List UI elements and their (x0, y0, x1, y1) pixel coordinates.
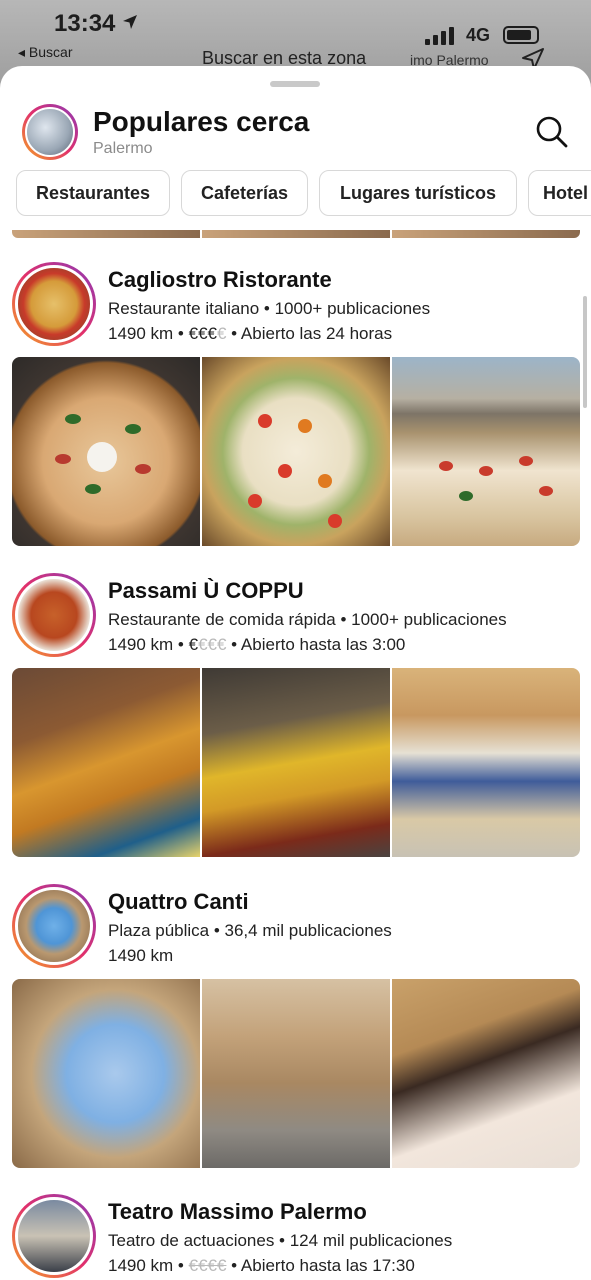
place-photo[interactable] (12, 668, 200, 857)
place-photo[interactable] (392, 668, 580, 857)
battery-icon (503, 26, 539, 44)
location-arrow-icon (121, 10, 139, 38)
place-name[interactable]: Teatro Massimo Palermo (108, 1199, 367, 1225)
chip-lugares-turisticos[interactable]: Lugares turísticos (319, 170, 517, 216)
place-avatar[interactable] (12, 1194, 96, 1278)
place-details: 1490 km (108, 946, 174, 965)
place-category: Teatro de actuaciones • 124 mil publicac… (108, 1231, 453, 1250)
back-to-search-link[interactable]: ◂ Buscar (18, 44, 73, 61)
place-photo[interactable] (202, 668, 390, 857)
search-button[interactable] (534, 114, 570, 150)
place-avatar[interactable] (12, 573, 96, 657)
places-sheet: Populares cerca Palermo Restaurantes Caf… (0, 66, 591, 1280)
chip-restaurantes[interactable]: Restaurantes (16, 170, 170, 216)
chip-hotel[interactable]: Hotel (528, 170, 591, 216)
place-category: Restaurante italiano • 1000+ publicacion… (108, 299, 431, 318)
status-time: 13:34 (54, 10, 139, 38)
place-avatar[interactable] (12, 262, 96, 346)
place-photos (12, 668, 580, 857)
place-details: 1490 km • €€€€ • Abierto las 24 horas (108, 324, 393, 343)
place-details: 1490 km • €€€€ • Abierto hasta las 3:00 (108, 635, 406, 654)
place-name[interactable]: Cagliostro Ristorante (108, 267, 332, 293)
location-avatar[interactable] (22, 104, 78, 160)
network-type: 4G (466, 25, 491, 45)
place-photos (12, 357, 580, 546)
signal-icon (425, 27, 461, 45)
page-title: Populares cerca (93, 106, 310, 137)
category-chips: Restaurantes Cafeterías Lugares turístic… (16, 170, 591, 218)
place-category: Restaurante de comida rápida • 1000+ pub… (108, 610, 507, 629)
place-name[interactable]: Passami Ù COPPU (108, 578, 304, 604)
search-icon (536, 116, 568, 148)
place-photo[interactable] (392, 357, 580, 546)
place-photo[interactable] (202, 979, 390, 1168)
place-photo[interactable] (12, 979, 200, 1168)
place-category: Plaza pública • 36,4 mil publicaciones (108, 921, 392, 940)
chip-cafeterias[interactable]: Cafeterías (181, 170, 308, 216)
place-photo[interactable] (12, 357, 200, 546)
place-avatar[interactable] (12, 884, 96, 968)
scrollbar[interactable] (583, 296, 587, 408)
place-photo[interactable] (392, 979, 580, 1168)
place-photo[interactable] (202, 357, 390, 546)
page-subtitle: Palermo (93, 140, 153, 157)
place-photos (12, 979, 580, 1168)
place-name[interactable]: Quattro Canti (108, 889, 249, 915)
place-details: 1490 km • €€€€ • Abierto hasta las 17:30 (108, 1256, 415, 1275)
previous-photos-strip[interactable] (12, 230, 580, 238)
sheet-grabber[interactable] (270, 81, 320, 87)
